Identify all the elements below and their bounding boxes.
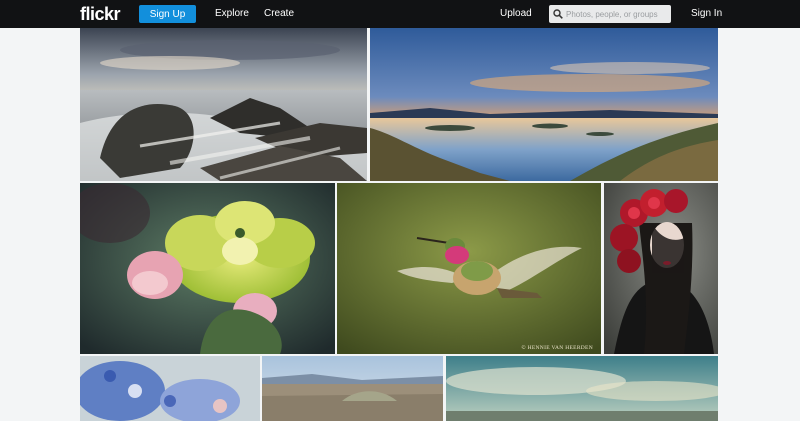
photo-cloudy-beach[interactable] xyxy=(446,356,718,421)
photo-rocky-coastline[interactable] xyxy=(80,28,367,181)
search-icon[interactable] xyxy=(553,9,563,19)
photo-credit: © HENNIE VAN HEERDEN xyxy=(521,345,593,351)
photo-blue-flowers[interactable] xyxy=(80,356,260,421)
nav-explore-link[interactable]: Explore xyxy=(215,8,249,19)
search-input[interactable] xyxy=(566,9,666,19)
sign-up-button[interactable]: Sign Up xyxy=(139,5,196,23)
photo-hummingbird[interactable]: © HENNIE VAN HEERDEN xyxy=(337,183,601,354)
search-box[interactable] xyxy=(549,5,671,23)
photo-lake-sunset[interactable] xyxy=(370,28,718,181)
sign-in-link[interactable]: Sign In xyxy=(691,8,722,19)
flickr-logo[interactable]: flickr xyxy=(80,4,121,25)
upload-link[interactable]: Upload xyxy=(500,8,532,19)
top-navigation-bar: flickr Sign Up Explore Create Upload Sig… xyxy=(0,0,800,28)
photo-red-rose-portrait[interactable] xyxy=(604,183,718,354)
nav-create-link[interactable]: Create xyxy=(264,8,294,19)
photo-cactus-flower[interactable] xyxy=(80,183,335,354)
photo-city-panorama[interactable] xyxy=(262,356,443,421)
